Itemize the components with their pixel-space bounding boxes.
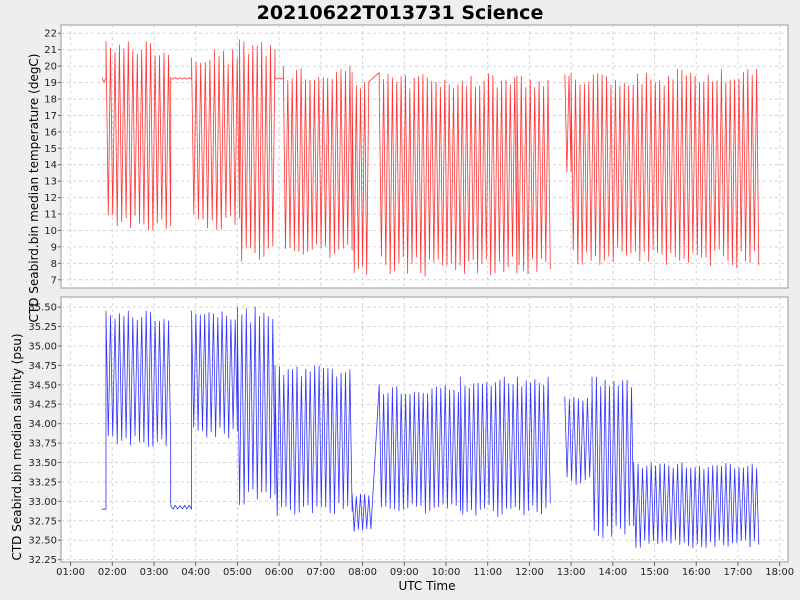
x-axis-ticks: 01:00 02:00 03:00 04:00 05:00 06:00 07:00 08:00…	[56, 562, 794, 578]
xtick-label-7: 08:00	[348, 567, 377, 578]
salinity-ytick-label-4: 33.25	[28, 477, 57, 488]
salinity-panel: 32.25 32.50 32.75 33.00 33.25 33.50 33.75 34.00…	[10, 296, 789, 566]
temperature-ytick-label-1: 8	[51, 259, 57, 270]
temperature-ytick-label-14: 21	[44, 45, 57, 56]
temperature-ytick-label-15: 22	[44, 29, 57, 40]
xtick-label-3: 04:00	[181, 567, 210, 578]
xtick-label-2: 03:00	[140, 567, 169, 578]
xtick-label-17: 18:00	[765, 567, 794, 578]
temperature-ytick-label-3: 10	[44, 226, 57, 237]
xtick-label-9: 10:00	[432, 567, 461, 578]
temperature-ytick-label-13: 20	[44, 62, 57, 73]
temperature-ytick-label-4: 11	[44, 210, 57, 221]
salinity-ytick-label-3: 33.00	[28, 497, 57, 508]
temperature-ytick-label-6: 13	[44, 177, 57, 188]
temperature-ytick-label-8: 15	[44, 144, 57, 155]
salinity-ytick-label-11: 35.00	[28, 341, 57, 352]
temperature-y-axis-label: CTD Seabird.bin median temperature (degC…	[27, 54, 41, 323]
salinity-ytick-label-8: 34.25	[28, 400, 57, 411]
chart-title: 20210622T013731 Science	[257, 2, 544, 24]
xtick-label-1: 02:00	[98, 567, 127, 578]
salinity-y-axis-label: CTD Seabird.bin median salinity (psu)	[10, 333, 24, 560]
salinity-ytick-label-1: 32.50	[28, 536, 57, 547]
chart-figure: 20210622T013731 Science 7 8 9 10 11 12 13 14 15 1…	[10, 2, 794, 593]
temperature-ytick-label-10: 17	[44, 111, 57, 122]
temperature-ytick-label-12: 19	[44, 78, 57, 89]
temperature-y-ticks: 7 8 9 10 11 12 13 14 15 16 17 18 19 20 21 22	[44, 29, 61, 286]
temperature-ytick-label-9: 16	[44, 127, 57, 138]
salinity-ytick-label-0: 32.25	[28, 555, 57, 566]
salinity-ytick-label-5: 33.50	[28, 458, 57, 469]
temperature-ytick-label-7: 14	[44, 160, 57, 171]
xtick-label-0: 01:00	[56, 567, 85, 578]
temperature-ytick-label-0: 7	[51, 275, 57, 286]
x-axis-label: UTC Time	[399, 579, 456, 593]
salinity-ytick-label-6: 33.75	[28, 439, 57, 450]
salinity-ytick-label-2: 32.75	[28, 516, 57, 527]
temperature-ytick-label-11: 18	[44, 94, 57, 105]
xtick-label-13: 14:00	[598, 567, 627, 578]
xtick-label-12: 13:00	[557, 567, 586, 578]
xtick-label-8: 09:00	[390, 567, 419, 578]
xtick-label-10: 11:00	[473, 567, 502, 578]
xtick-label-14: 15:00	[640, 567, 669, 578]
temperature-ytick-label-2: 9	[51, 242, 57, 253]
salinity-ytick-label-9: 34.50	[28, 380, 57, 391]
temperature-ytick-label-5: 12	[44, 193, 57, 204]
xtick-label-15: 16:00	[682, 567, 711, 578]
salinity-ytick-label-7: 34.00	[28, 419, 57, 430]
salinity-ytick-label-12: 35.25	[28, 322, 57, 333]
salinity-ytick-label-13: 35.50	[28, 303, 57, 314]
xtick-label-16: 17:00	[724, 567, 753, 578]
temperature-panel: 7 8 9 10 11 12 13 14 15 16 17 18 19 20 21 22 CTD Seabir…	[27, 24, 789, 323]
xtick-label-4: 05:00	[223, 567, 252, 578]
xtick-label-6: 07:00	[306, 567, 335, 578]
xtick-label-5: 06:00	[265, 567, 294, 578]
salinity-y-ticks: 32.25 32.50 32.75 33.00 33.25 33.50 33.75 34.00…	[28, 303, 61, 566]
salinity-ytick-label-10: 34.75	[28, 361, 57, 372]
xtick-label-11: 12:00	[515, 567, 544, 578]
